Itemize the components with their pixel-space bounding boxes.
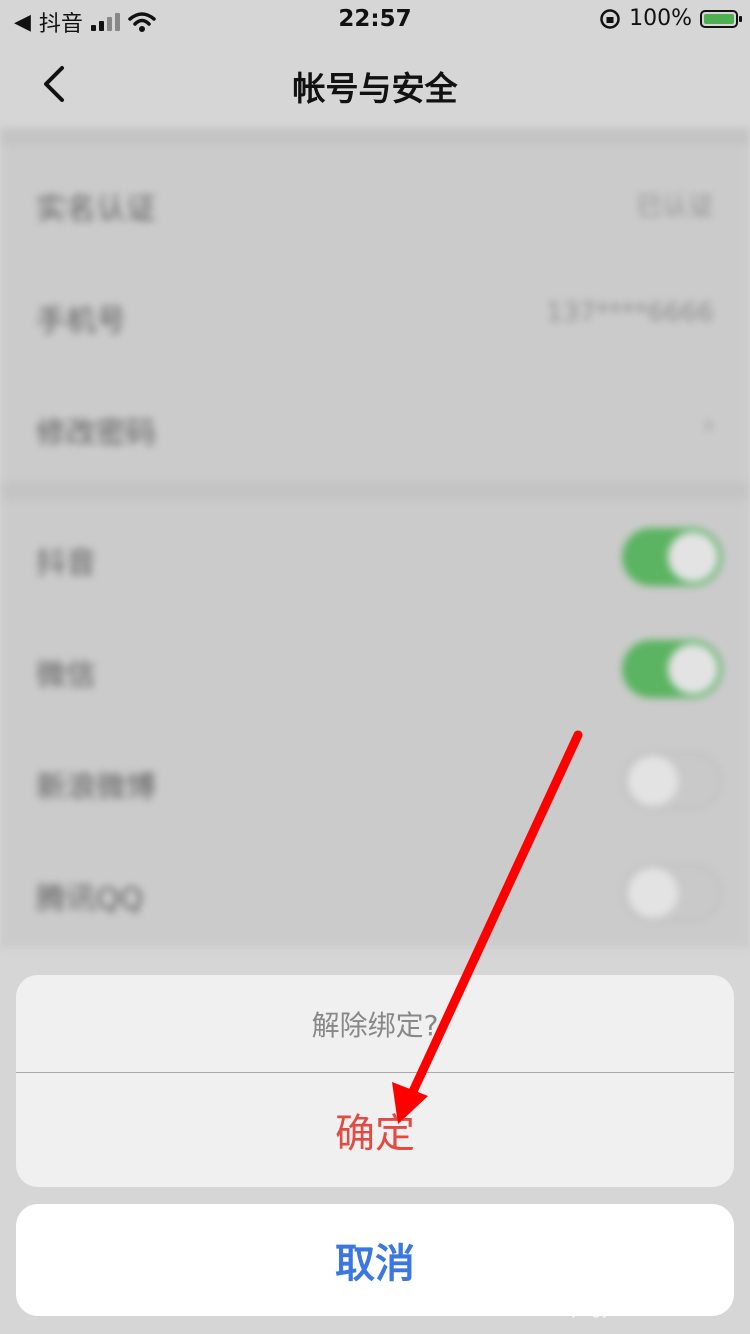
list-item-phone: 手机号 137****6666 xyxy=(0,258,750,370)
navigation-bar: 帐号与安全 xyxy=(0,40,750,128)
page-title: 帐号与安全 xyxy=(292,69,458,108)
list-item-value: 137****6666 xyxy=(546,298,714,328)
list-item-label: 腾讯QQ xyxy=(36,882,144,917)
list-item-binding-2: 微信 xyxy=(0,612,750,724)
list-item-binding-1: 抖音 xyxy=(0,500,750,612)
section-divider xyxy=(0,128,750,146)
account-section: 实名认证 已认证 手机号 137****6666 修改密码 › xyxy=(0,146,750,482)
action-sheet-message: 解除绑定? xyxy=(16,975,734,1073)
section-divider xyxy=(0,482,750,500)
list-item-binding-3: 新浪微博 xyxy=(0,724,750,836)
list-item-label: 手机号 xyxy=(36,304,126,339)
list-item-value: 已认证 xyxy=(635,192,714,222)
list-item-password: 修改密码 › xyxy=(0,370,750,482)
list-item-label: 实名认证 xyxy=(36,192,156,227)
battery-icon xyxy=(700,9,742,28)
watermark: Bai 经验 jingyan.baidu.com xyxy=(572,1259,720,1318)
list-item-binding-4: 腾讯QQ xyxy=(0,836,750,948)
chevron-right-icon: › xyxy=(703,410,714,440)
status-right: 100% xyxy=(599,6,742,31)
list-item-label: 抖音 xyxy=(36,546,96,581)
battery-percent: 100% xyxy=(629,6,692,31)
orientation-lock-icon xyxy=(600,8,620,29)
toggle-switch xyxy=(622,752,722,810)
settings-list-background: 实名认证 已认证 手机号 137****6666 修改密码 › 抖音 微信 新浪… xyxy=(0,128,750,958)
list-item-label: 微信 xyxy=(36,658,96,693)
toggle-switch xyxy=(622,864,722,922)
toggle-switch xyxy=(622,640,722,698)
watermark-url: jingyan.baidu.com xyxy=(572,1299,720,1318)
binding-section: 抖音 微信 新浪微博 腾讯QQ xyxy=(0,500,750,948)
action-sheet: 解除绑定? 确定 xyxy=(16,975,734,1187)
list-item-label: 修改密码 xyxy=(36,416,156,451)
list-item-real-name: 实名认证 已认证 xyxy=(0,146,750,258)
toggle-switch xyxy=(622,528,722,586)
watermark-logo: Bai 经验 xyxy=(604,1264,720,1297)
list-item-label: 新浪微博 xyxy=(36,770,156,805)
status-bar: ◀ 抖音 22:57 100% xyxy=(0,0,750,40)
confirm-button[interactable]: 确定 xyxy=(16,1073,734,1187)
